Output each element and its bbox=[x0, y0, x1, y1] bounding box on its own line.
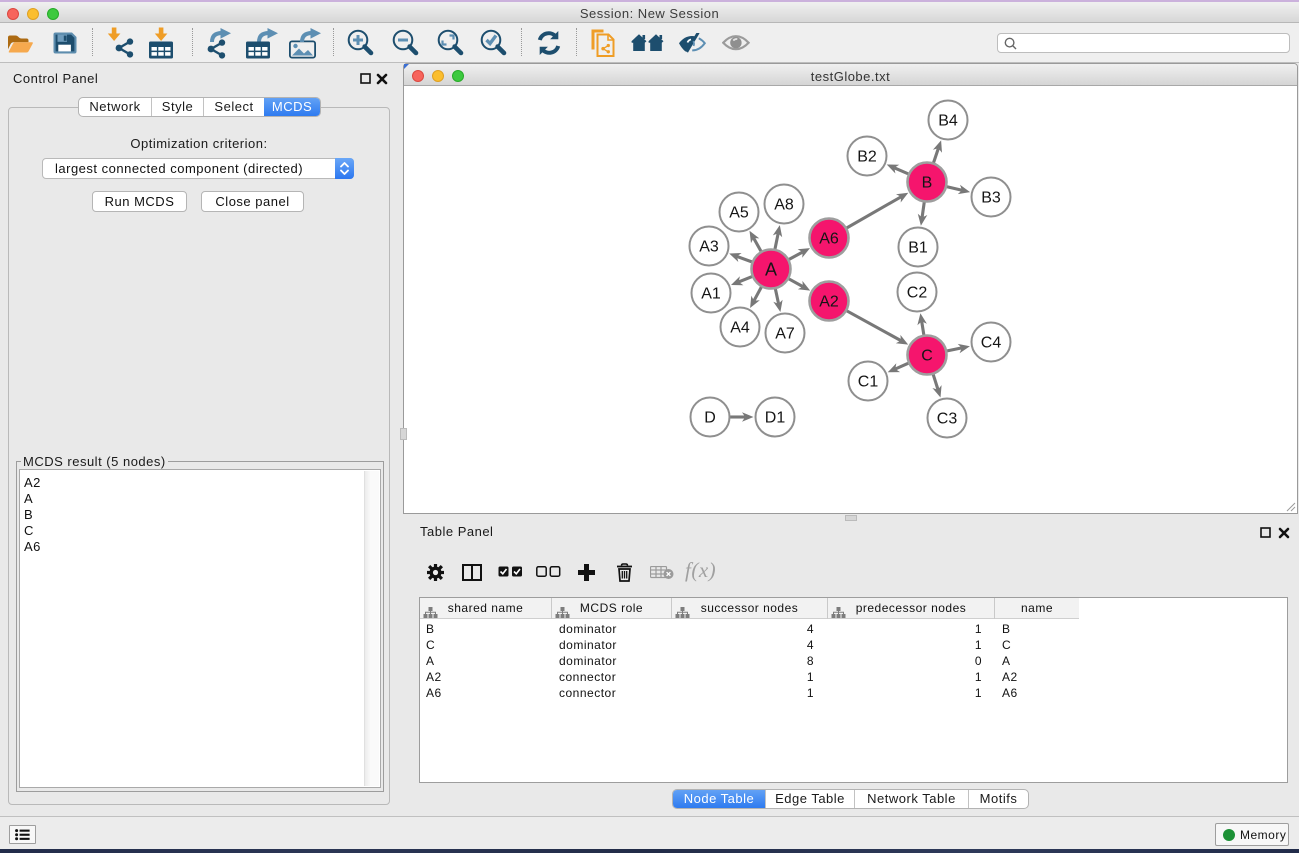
svg-text:D1: D1 bbox=[765, 410, 786, 427]
svg-text:A: A bbox=[765, 260, 777, 280]
svg-text:B2: B2 bbox=[857, 149, 877, 166]
svg-text:B: B bbox=[922, 175, 933, 192]
svg-text:B3: B3 bbox=[981, 190, 1001, 207]
svg-text:C: C bbox=[921, 348, 933, 365]
svg-text:A2: A2 bbox=[819, 294, 839, 311]
svg-text:A1: A1 bbox=[701, 286, 721, 303]
svg-text:C4: C4 bbox=[981, 335, 1002, 352]
svg-text:A8: A8 bbox=[774, 197, 794, 214]
svg-text:A6: A6 bbox=[819, 231, 839, 248]
svg-text:A5: A5 bbox=[729, 205, 749, 222]
svg-text:B1: B1 bbox=[908, 240, 928, 257]
svg-text:C3: C3 bbox=[937, 411, 958, 428]
svg-text:A4: A4 bbox=[730, 320, 750, 337]
svg-text:A3: A3 bbox=[699, 239, 719, 256]
svg-text:B4: B4 bbox=[938, 113, 958, 130]
svg-text:C1: C1 bbox=[858, 374, 879, 391]
svg-text:C2: C2 bbox=[907, 285, 928, 302]
svg-text:D: D bbox=[704, 410, 716, 427]
svg-text:A7: A7 bbox=[775, 326, 795, 343]
